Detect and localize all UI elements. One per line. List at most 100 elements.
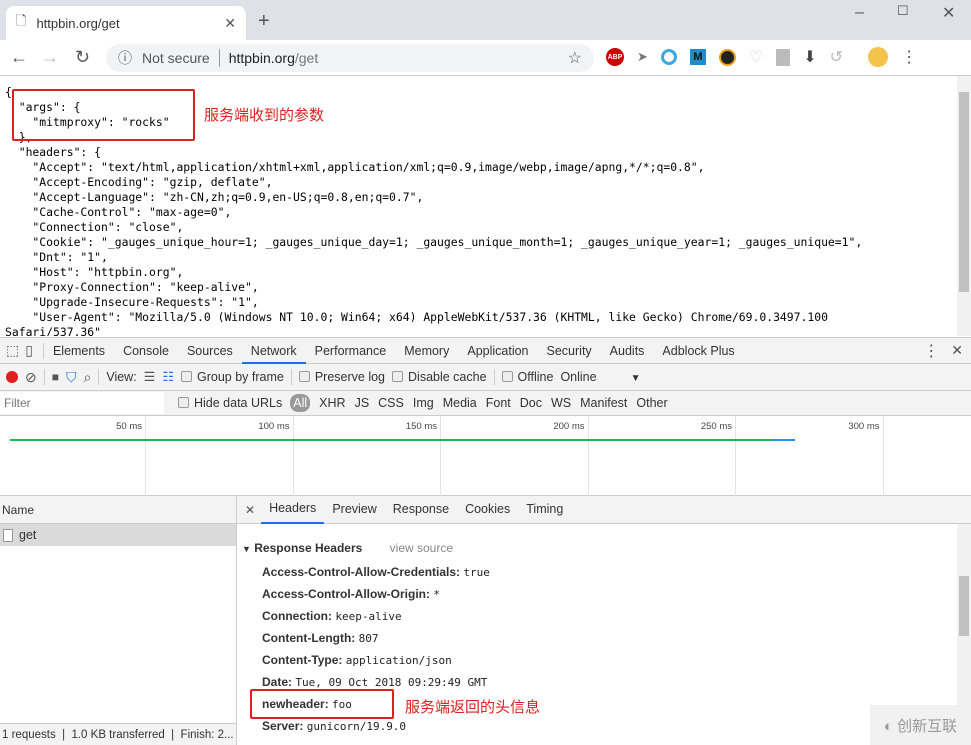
tab-adblock-plus[interactable]: Adblock Plus <box>653 338 743 364</box>
tab-application[interactable]: Application <box>458 338 537 364</box>
filter-type-doc[interactable]: Doc <box>520 396 542 410</box>
tick-label: 200 ms <box>553 421 585 432</box>
json-line: "Dnt": "1", <box>5 250 108 264</box>
hide-data-urls-checkbox[interactable]: Hide data URLs <box>178 396 282 410</box>
newheader-highlight-box <box>250 689 394 719</box>
adblock-plus-icon[interactable]: ABP <box>606 48 624 66</box>
list-view-icon[interactable]: ☰ <box>144 369 156 385</box>
devtools-tabs: ⬚ ▯ Elements Console Sources Network Perform… <box>0 337 971 364</box>
minimize-icon[interactable]: – <box>855 4 864 22</box>
filter-icon[interactable]: ⛉ <box>66 369 77 386</box>
close-tab-icon[interactable]: ✕ <box>224 15 236 32</box>
address-bar[interactable]: ⓘ Not secure httpbin.org/get ☆ <box>106 44 594 72</box>
devtools-close-icon[interactable]: ✕ <box>951 342 963 359</box>
header-name: Content-Length: <box>262 631 356 645</box>
forward-icon[interactable]: → <box>41 47 59 68</box>
detail-tabs: ✕ Headers Preview Response Cookies Timing <box>237 496 971 524</box>
tab-network[interactable]: Network <box>241 338 306 364</box>
response-headers-section[interactable]: ▼ Response Headers view source <box>242 541 453 555</box>
preserve-log-checkbox[interactable]: Preserve log <box>298 370 385 384</box>
new-tab-icon[interactable]: + <box>258 10 270 33</box>
disable-cache-checkbox[interactable]: Disable cache <box>392 370 487 384</box>
tab-performance[interactable]: Performance <box>306 338 396 364</box>
response-header-row: Server: gunicorn/19.9.0 <box>262 719 406 733</box>
group-by-frame-checkbox[interactable]: Group by frame <box>180 370 284 384</box>
detail-tab-headers[interactable]: Headers <box>261 495 325 524</box>
tab-audits[interactable]: Audits <box>601 338 654 364</box>
tab-memory[interactable]: Memory <box>395 338 458 364</box>
close-detail-icon[interactable]: ✕ <box>245 503 255 517</box>
tab-security[interactable]: Security <box>538 338 601 364</box>
tab-console[interactable]: Console <box>114 338 178 364</box>
m-icon[interactable]: M <box>689 49 706 65</box>
browser-tab[interactable]: 🗋 httpbin.org/get ✕ <box>6 6 246 40</box>
page-scrollbar[interactable] <box>957 76 971 336</box>
json-line: Safari/537.36" <box>5 325 102 336</box>
filter-type-font[interactable]: Font <box>486 396 511 410</box>
detail-tab-timing[interactable]: Timing <box>518 496 571 523</box>
circle-icon[interactable] <box>660 49 677 65</box>
search-icon[interactable]: ⌕ <box>83 369 91 386</box>
json-line: "Cookie": "_gauges_unique_hour=1; _gauge… <box>5 235 863 249</box>
offline-checkbox[interactable]: Offline <box>501 370 553 384</box>
back-icon[interactable]: ← <box>10 47 28 68</box>
tab-sources[interactable]: Sources <box>178 338 242 364</box>
shield-icon[interactable]: ♡ <box>749 47 763 67</box>
header-name: Access-Control-Allow-Origin: <box>262 587 431 601</box>
json-line: "Host": "httpbin.org", <box>5 265 184 279</box>
response-header-row: Connection: keep-alive <box>262 609 402 623</box>
header-name: Access-Control-Allow-Credentials: <box>262 565 461 579</box>
waterfall-view-icon[interactable]: ☷ <box>162 369 174 385</box>
view-label: View: <box>106 370 137 384</box>
filter-type-js[interactable]: JS <box>355 396 370 410</box>
filter-input[interactable] <box>0 392 164 414</box>
download-icon[interactable]: ⬇ <box>803 47 816 67</box>
devtools-menu-icon[interactable]: ⋮ <box>923 341 939 361</box>
name-column-header[interactable]: Name <box>0 496 236 524</box>
close-window-icon[interactable]: ✕ <box>942 3 955 23</box>
filter-type-img[interactable]: Img <box>413 396 434 410</box>
filter-type-xhr[interactable]: XHR <box>319 396 345 410</box>
document-icon <box>3 528 13 542</box>
request-list: Name get 1 requests | 1.0 KB transferred… <box>0 496 237 745</box>
clear-icon[interactable]: ⊘ <box>25 369 37 386</box>
header-value: true <box>463 566 490 579</box>
bookmark-star-icon[interactable]: ☆ <box>568 48 582 68</box>
detail-tab-preview[interactable]: Preview <box>324 496 384 523</box>
rp-icon[interactable] <box>776 48 791 66</box>
filter-type-media[interactable]: Media <box>443 396 477 410</box>
filter-type-manifest[interactable]: Manifest <box>580 396 627 410</box>
view-source-link[interactable]: view source <box>390 541 453 555</box>
filter-type-css[interactable]: CSS <box>378 396 404 410</box>
avatar-icon[interactable] <box>868 47 889 67</box>
info-icon: ⓘ <box>118 50 132 66</box>
tick-label: 100 ms <box>258 421 290 432</box>
tab-elements[interactable]: Elements <box>44 338 114 364</box>
menu-icon[interactable]: ⋮ <box>901 47 917 67</box>
dropdown-icon: ▼ <box>630 373 641 384</box>
device-toggle-icon[interactable]: ▯ <box>25 342 33 359</box>
json-line: "Connection": "close", <box>5 220 184 234</box>
tick-label: 250 ms <box>700 421 732 432</box>
triangle-down-icon: ▼ <box>242 544 251 554</box>
cursor-icon[interactable]: ➤ <box>637 49 648 65</box>
request-row[interactable]: get <box>0 524 236 546</box>
url-path: /get <box>294 50 319 66</box>
record-icon[interactable] <box>6 371 18 383</box>
grid-line <box>292 416 294 496</box>
detail-tab-response[interactable]: Response <box>385 496 457 523</box>
reload-icon[interactable]: ↻ <box>75 47 90 68</box>
throttle-select[interactable]: Online ▼ <box>560 370 640 384</box>
response-header-row: Content-Type: application/json <box>262 653 452 667</box>
color-icon[interactable] <box>718 48 736 66</box>
filter-type-ws[interactable]: WS <box>551 396 571 410</box>
response-header-row: Date: Tue, 09 Oct 2018 09:29:49 GMT <box>262 675 487 689</box>
maximize-icon[interactable]: ☐ <box>897 3 909 19</box>
filter-type-all[interactable]: All <box>290 394 311 412</box>
inspect-icon[interactable]: ⬚ <box>6 342 19 359</box>
filter-type-other[interactable]: Other <box>636 396 667 410</box>
screenshot-icon[interactable]: ■ <box>52 370 59 384</box>
json-line: "User-Agent": "Mozilla/5.0 (Windows NT 1… <box>5 310 828 324</box>
detail-tab-cookies[interactable]: Cookies <box>457 496 518 523</box>
refresh-ext-icon[interactable]: ↺ <box>830 47 843 67</box>
